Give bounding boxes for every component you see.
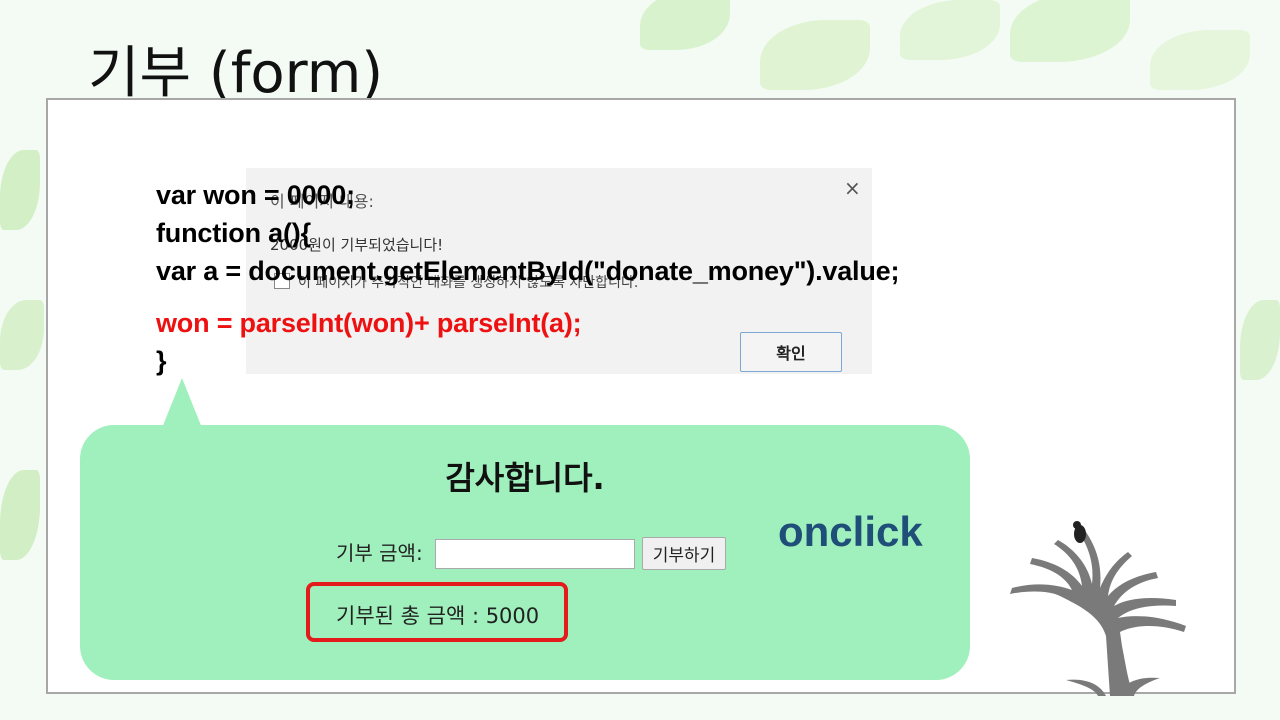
onclick-annotation: onclick xyxy=(778,508,923,555)
tree-illustration xyxy=(1010,521,1186,696)
code-line-5: } xyxy=(156,346,167,376)
total-amount-text: 기부된 총 금액 : 5000 xyxy=(336,604,540,628)
slide-title: 기부 (form) xyxy=(88,41,384,106)
background-leaf xyxy=(1240,300,1280,380)
code-line-2: function a(){ xyxy=(156,218,311,248)
background-leaf xyxy=(1150,30,1250,90)
background-leaf xyxy=(1010,0,1130,62)
code-line-4: won = parseInt(won)+ parseInt(a); xyxy=(156,308,582,338)
background-leaf xyxy=(760,20,870,90)
close-icon[interactable]: × xyxy=(844,176,861,200)
donate-button[interactable]: 기부하기 xyxy=(642,537,726,570)
total-amount-highlight: 기부된 총 금액 : 5000 xyxy=(306,582,568,642)
background-leaf xyxy=(0,470,40,560)
code-line-3: var a = document.getElementById("donate_… xyxy=(156,256,900,286)
background-leaf xyxy=(640,0,730,50)
ok-button[interactable]: 확인 xyxy=(740,332,842,372)
bird-icon xyxy=(1073,521,1086,543)
thanks-heading: 감사합니다. xyxy=(445,459,605,497)
background-leaf xyxy=(0,300,44,370)
amount-label: 기부 금액: xyxy=(336,541,423,565)
code-line-1: var won = 0000; xyxy=(156,180,355,210)
donate-amount-input[interactable] xyxy=(435,539,635,569)
background-leaf xyxy=(900,0,1000,60)
background-leaf xyxy=(0,150,40,230)
